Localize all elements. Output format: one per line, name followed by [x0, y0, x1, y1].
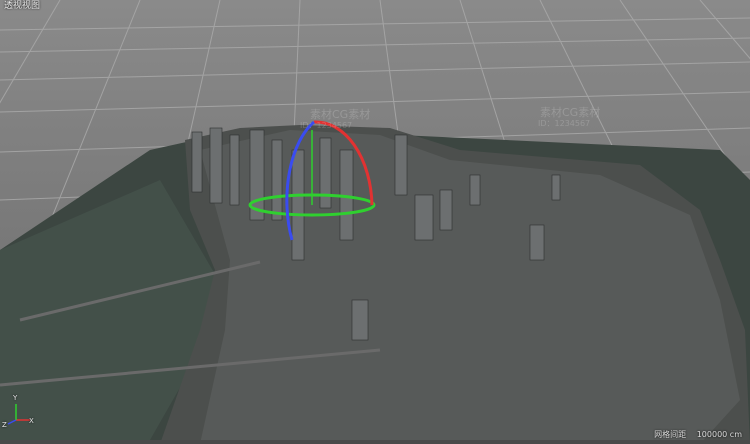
grid-spacing-value: 100000 cm [696, 430, 742, 439]
watermark-id-2: ID：1234567 [538, 119, 591, 128]
axis-x-label: X [29, 417, 34, 425]
3d-viewport[interactable]: 透视视图 素材CG素材 ID：1234567 素材CG素材 ID：1234567… [0, 0, 750, 444]
view-name-label[interactable]: 透视视图 [4, 1, 40, 12]
axis-z-label: Z [2, 421, 7, 429]
axis-y-label: Y [13, 394, 18, 402]
grid-spacing-readout: 网格间距 100000 cm [654, 429, 742, 440]
watermark-id: ID：1234567 [300, 121, 353, 130]
viewport-bottom-border [0, 440, 750, 444]
grid-spacing-label: 网格间距 [654, 430, 687, 439]
scene-canvas[interactable] [0, 0, 750, 444]
